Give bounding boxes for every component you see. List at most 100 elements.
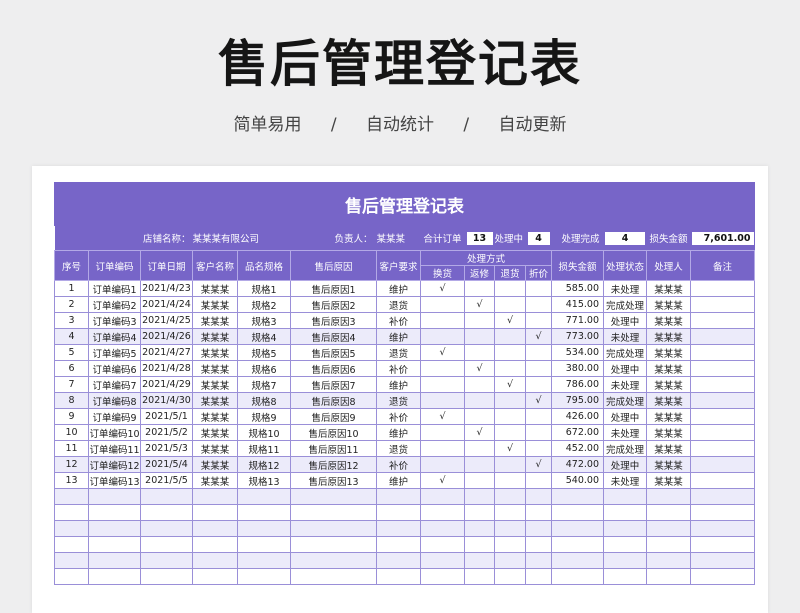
empty-cell[interactable] [192,536,238,553]
empty-cell[interactable] [464,536,495,553]
cell-order-code[interactable]: 订单编码7 [88,376,141,393]
cell-note[interactable] [690,296,755,313]
empty-cell[interactable] [376,504,421,521]
cell-seq[interactable]: 13 [54,472,89,489]
cell-customer[interactable]: 某某某 [192,376,238,393]
cell-loss[interactable]: 771.00 [551,312,604,329]
cell-exchange[interactable] [420,312,465,329]
cell-exchange[interactable] [420,296,465,313]
empty-cell[interactable] [192,504,238,521]
cell-note[interactable] [690,472,755,489]
empty-cell[interactable] [420,520,465,537]
empty-cell[interactable] [525,536,552,553]
cell-loss[interactable]: 795.00 [551,392,604,409]
empty-cell[interactable] [464,488,495,505]
cell-status[interactable]: 处理中 [603,360,647,377]
empty-cell[interactable] [494,488,526,505]
empty-cell[interactable] [551,568,604,585]
cell-order-code[interactable]: 订单编码11 [88,440,141,457]
cell-refund[interactable] [494,456,526,473]
empty-cell[interactable] [464,504,495,521]
cell-repair[interactable] [464,280,495,297]
empty-cell[interactable] [420,488,465,505]
cell-status[interactable]: 处理中 [603,408,647,425]
cell-reason[interactable]: 售后原因11 [290,440,377,457]
cell-status[interactable]: 完成处理 [603,440,647,457]
cell-note[interactable] [690,376,755,393]
cell-note[interactable] [690,456,755,473]
cell-loss[interactable]: 786.00 [551,376,604,393]
cell-customer[interactable]: 某某某 [192,328,238,345]
empty-cell[interactable] [290,568,377,585]
cell-loss[interactable]: 380.00 [551,360,604,377]
cell-customer[interactable]: 某某某 [192,344,238,361]
empty-cell[interactable] [237,552,291,569]
cell-order-date[interactable]: 2021/4/24 [140,296,193,313]
empty-cell[interactable] [525,520,552,537]
cell-discount[interactable]: √ [525,392,552,409]
cell-status[interactable]: 处理中 [603,312,647,329]
cell-loss[interactable]: 452.00 [551,440,604,457]
empty-cell[interactable] [494,536,526,553]
cell-order-code[interactable]: 订单编码5 [88,344,141,361]
empty-cell[interactable] [464,552,495,569]
cell-status[interactable]: 完成处理 [603,296,647,313]
cell-order-code[interactable]: 订单编码12 [88,456,141,473]
cell-loss[interactable]: 472.00 [551,456,604,473]
cell-status[interactable]: 未处理 [603,472,647,489]
cell-status[interactable]: 未处理 [603,376,647,393]
cell-exchange[interactable] [420,392,465,409]
cell-request[interactable]: 补价 [376,360,421,377]
cell-seq[interactable]: 10 [54,424,89,441]
empty-cell[interactable] [237,504,291,521]
cell-spec[interactable]: 规格7 [237,376,291,393]
empty-cell[interactable] [690,504,755,521]
cell-refund[interactable]: √ [494,440,526,457]
empty-cell[interactable] [603,488,647,505]
cell-customer[interactable]: 某某某 [192,440,238,457]
cell-repair[interactable] [464,344,495,361]
cell-spec[interactable]: 规格10 [237,424,291,441]
cell-refund[interactable]: √ [494,376,526,393]
empty-cell[interactable] [376,552,421,569]
empty-cell[interactable] [420,504,465,521]
empty-cell[interactable] [140,536,193,553]
cell-discount[interactable] [525,344,552,361]
cell-repair[interactable]: √ [464,296,495,313]
cell-request[interactable]: 维护 [376,376,421,393]
cell-discount[interactable] [525,296,552,313]
cell-request[interactable]: 补价 [376,312,421,329]
empty-cell[interactable] [420,536,465,553]
cell-loss[interactable]: 415.00 [551,296,604,313]
cell-order-date[interactable]: 2021/4/26 [140,328,193,345]
empty-cell[interactable] [192,552,238,569]
cell-handler[interactable]: 某某某 [646,440,691,457]
cell-order-code[interactable]: 订单编码9 [88,408,141,425]
empty-cell[interactable] [290,504,377,521]
empty-cell[interactable] [237,536,291,553]
empty-cell[interactable] [603,520,647,537]
cell-handler[interactable]: 某某某 [646,392,691,409]
cell-customer[interactable]: 某某某 [192,312,238,329]
cell-reason[interactable]: 售后原因12 [290,456,377,473]
cell-reason[interactable]: 售后原因2 [290,296,377,313]
cell-customer[interactable]: 某某某 [192,424,238,441]
empty-cell[interactable] [603,536,647,553]
empty-cell[interactable] [464,520,495,537]
cell-reason[interactable]: 售后原因3 [290,312,377,329]
empty-cell[interactable] [54,488,89,505]
cell-seq[interactable]: 2 [54,296,89,313]
cell-reason[interactable]: 售后原因13 [290,472,377,489]
cell-note[interactable] [690,312,755,329]
empty-cell[interactable] [494,520,526,537]
empty-cell[interactable] [54,552,89,569]
cell-order-date[interactable]: 2021/5/3 [140,440,193,457]
cell-repair[interactable] [464,472,495,489]
cell-seq[interactable]: 5 [54,344,89,361]
cell-order-date[interactable]: 2021/4/23 [140,280,193,297]
empty-cell[interactable] [603,504,647,521]
cell-request[interactable]: 退货 [376,344,421,361]
empty-cell[interactable] [376,568,421,585]
cell-order-date[interactable]: 2021/4/29 [140,376,193,393]
cell-handler[interactable]: 某某某 [646,376,691,393]
